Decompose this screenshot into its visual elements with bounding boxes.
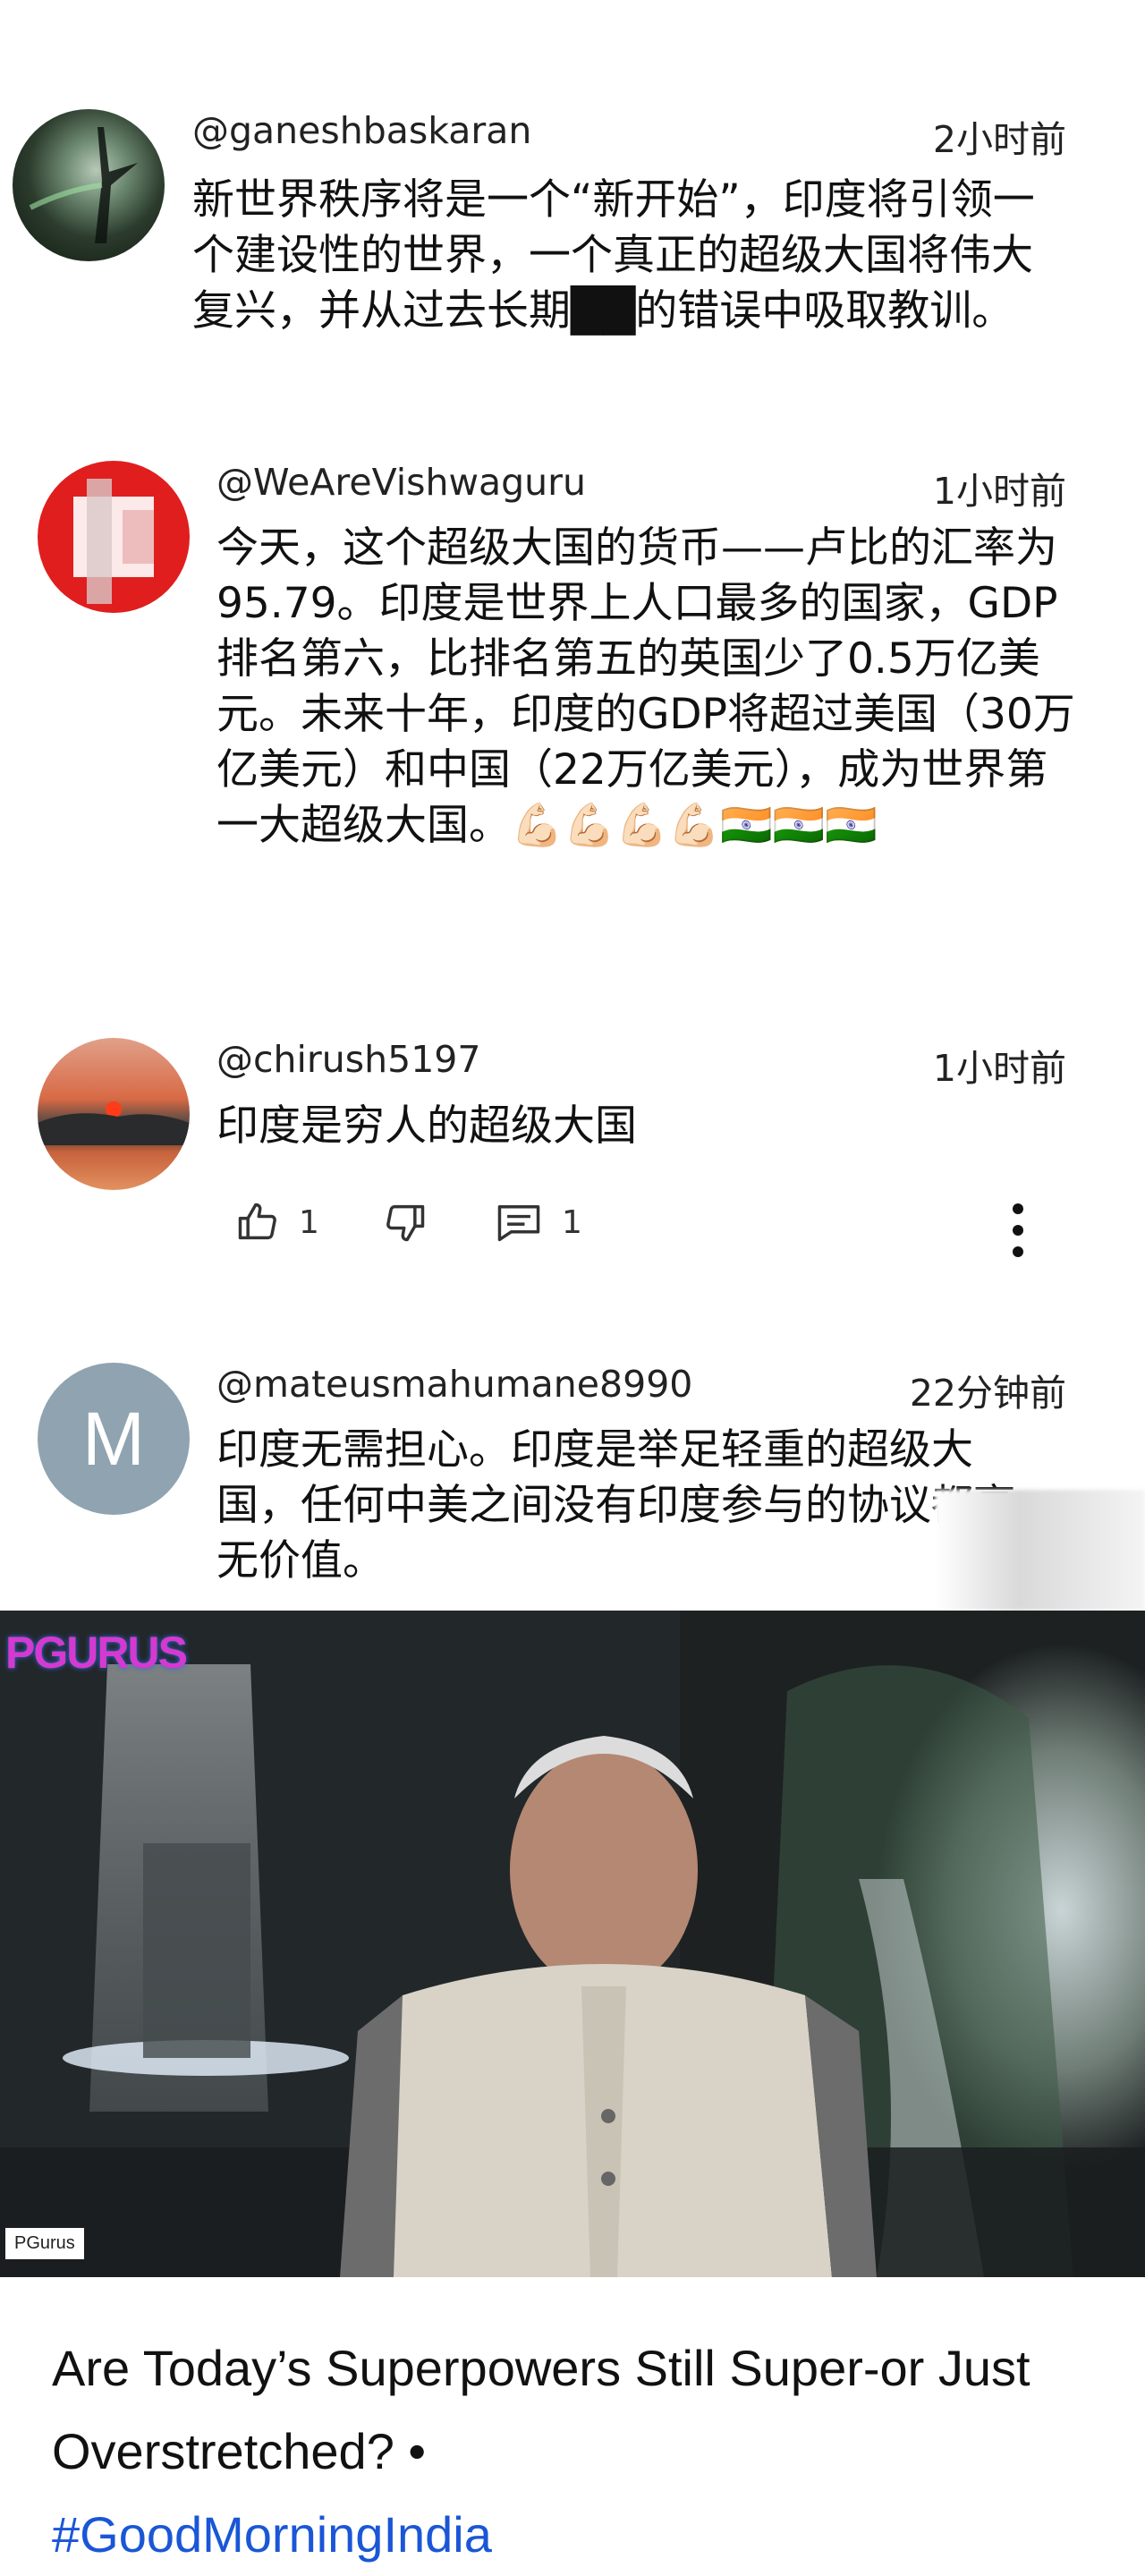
comment-time: 1小时前 [932, 1047, 1066, 1090]
channel-badge: PGurus [5, 2228, 84, 2259]
video-info-card[interactable]: Are Today’s Superpowers Still Super-or J… [0, 2277, 1145, 2563]
like-count: 1 [299, 1203, 319, 1241]
comment-text: 印度是穷人的超级大国 [216, 1101, 637, 1151]
comment-icon [497, 1205, 540, 1242]
hashtag-link[interactable]: #GoodMorningIndia [52, 2506, 492, 2563]
dislike-button[interactable] [382, 1199, 428, 1245]
comment-handle[interactable]: @mateusmahumane8990 [216, 1363, 692, 1406]
like-button[interactable]: 1 [234, 1199, 319, 1245]
comment-text: 新世界秩序将是一个“新开始”，印度将引领一个建设性的世界，一个真正的超级大国将伟… [192, 175, 1035, 336]
comment-time: 2小时前 [932, 118, 1066, 161]
comment-text: 今天，这个超级大国的货币——卢比的汇率为95.79。印度是世界上人口最多的国家，… [216, 523, 1075, 850]
avatar[interactable] [13, 109, 165, 261]
video-title[interactable]: Are Today’s Superpowers Still Super-or J… [52, 2326, 1107, 2576]
channel-logo: PGURUS [5, 1628, 188, 1678]
comment-handle[interactable]: @ganeshbaskaran [192, 109, 531, 152]
reply-button[interactable]: 1 [494, 1199, 582, 1245]
comment-actions: 1 1 [234, 1199, 1129, 1262]
comment-text: 印度无需担心。印度是举足轻重的超级大国，任何中美之间没有印度参与的协议都毫无价值… [216, 1425, 1015, 1586]
reply-count: 1 [562, 1203, 582, 1241]
avatar[interactable] [38, 461, 190, 613]
avatar-letter: M [82, 1396, 145, 1481]
avatar[interactable]: M [38, 1363, 190, 1515]
comment-time: 22分钟前 [909, 1372, 1066, 1415]
more-options-icon[interactable] [1000, 1203, 1036, 1257]
thumbs-down-icon [386, 1204, 425, 1242]
avatar[interactable] [38, 1038, 190, 1190]
comment-handle[interactable]: @chirush5197 [216, 1038, 480, 1081]
video-thumbnail[interactable]: PGURUS PGurus [0, 1611, 1145, 2277]
video-title-text: Are Today’s Superpowers Still Super-or J… [52, 2340, 1030, 2479]
blur-overlay [935, 1490, 1145, 1611]
comment-time: 1小时前 [932, 470, 1066, 513]
thumbs-up-icon [238, 1203, 276, 1240]
video-frame [0, 1611, 1145, 2277]
comment-handle[interactable]: @WeAreVishwaguru [216, 461, 586, 504]
